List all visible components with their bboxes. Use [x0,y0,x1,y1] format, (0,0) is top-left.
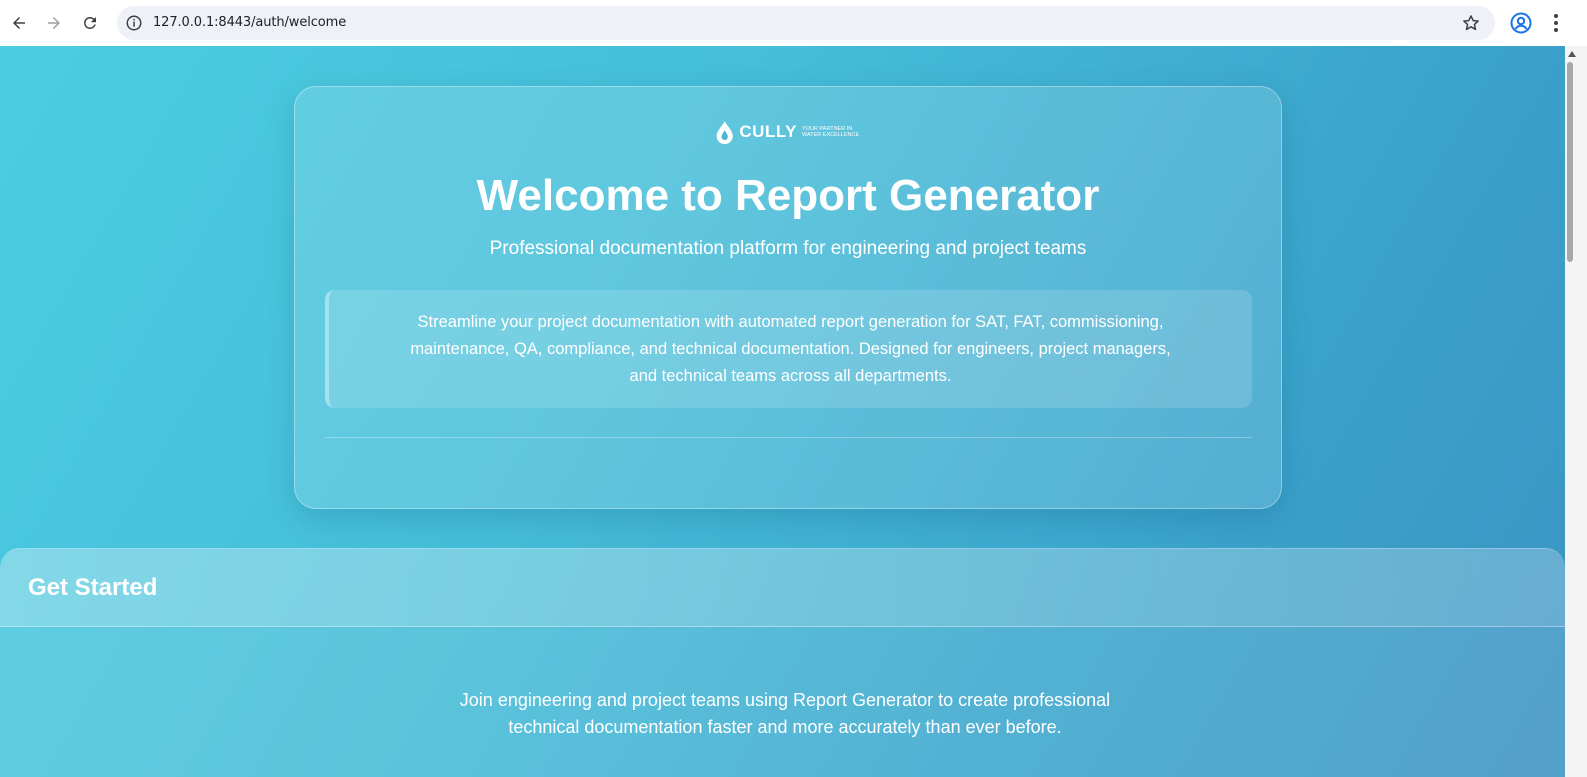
back-button[interactable] [6,10,32,36]
get-started-section: Get Started Join engineering and project… [0,548,1565,777]
reload-icon [84,17,96,29]
page-title: Welcome to Report Generator [476,171,1100,220]
page-subtitle: Professional documentation platform for … [489,238,1087,259]
description-box: Streamline your project documentation wi… [325,290,1252,408]
bookmark-star-icon[interactable] [1461,13,1481,33]
forward-button[interactable] [41,10,67,36]
logo-tagline: YOUR PARTNER IN WATER EXCELLENCE [802,126,860,138]
browser-toolbar: 127.0.0.1:8443/auth/welcome [0,0,1587,46]
back-arrow-icon [13,17,25,29]
scrollbar-thumb[interactable] [1567,62,1573,262]
description-text: Streamline your project documentation wi… [410,312,1171,385]
get-started-text: Join engineering and project teams using… [459,690,1111,737]
divider [325,437,1252,438]
profile-icon[interactable] [1509,11,1533,35]
menu-kebab-icon[interactable] [1548,12,1564,34]
cully-logo: CULLY YOUR PARTNER IN WATER EXCELLENCE [713,117,865,147]
site-info-icon[interactable] [125,14,143,32]
reload-button[interactable] [77,10,103,36]
address-bar[interactable]: 127.0.0.1:8443/auth/welcome [117,6,1495,40]
hero-card: CULLY YOUR PARTNER IN WATER EXCELLENCE W… [294,86,1282,509]
scroll-up-arrow-icon[interactable] [1567,50,1577,58]
get-started-header: Get Started [0,549,1565,627]
welcome-page: CULLY YOUR PARTNER IN WATER EXCELLENCE W… [0,46,1565,777]
url-text[interactable]: 127.0.0.1:8443/auth/welcome [153,15,346,30]
logo-wordmark: CULLY [739,122,797,141]
get-started-title: Get Started [28,574,158,601]
forward-arrow-icon [48,17,60,29]
water-drop-icon [716,121,733,145]
